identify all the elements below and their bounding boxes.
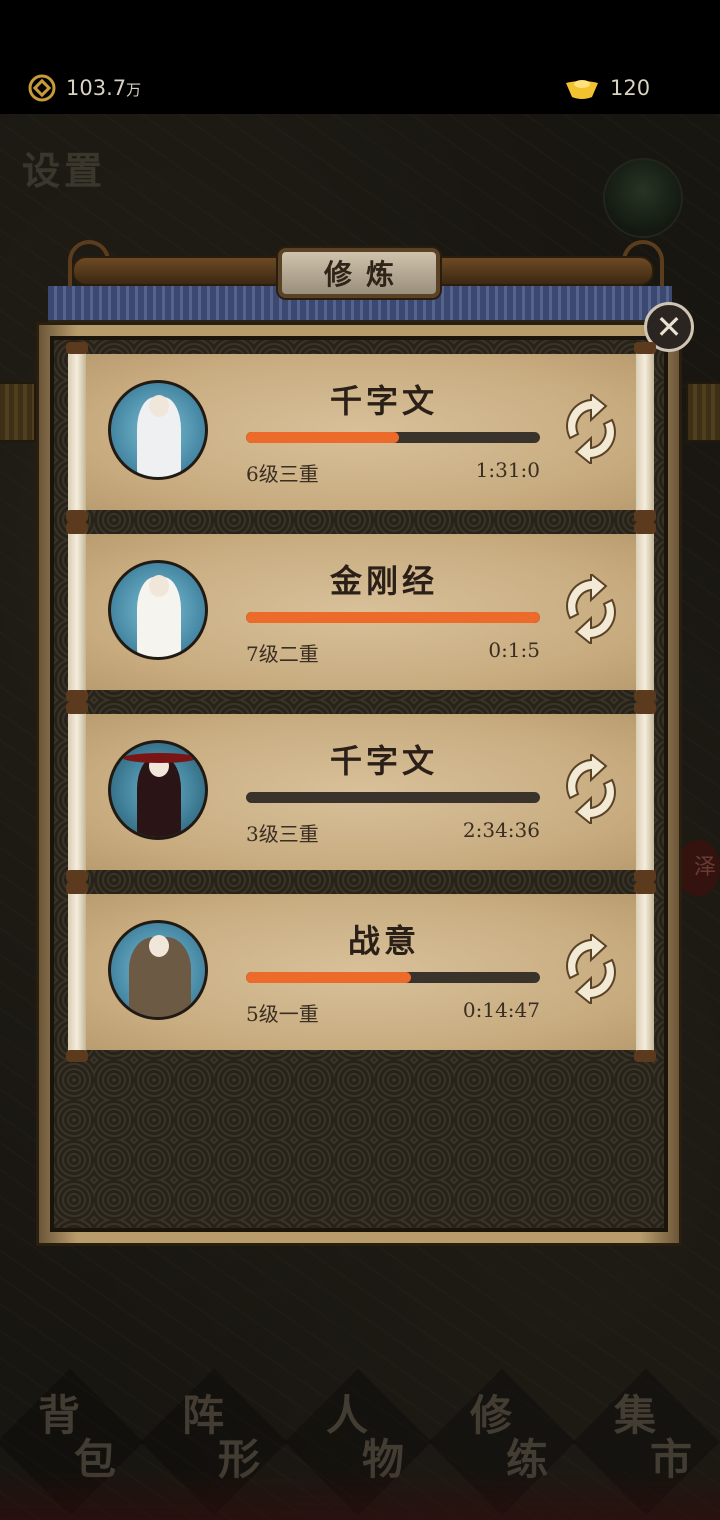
training-progress-bar	[246, 432, 540, 443]
switch-skill-icon[interactable]	[564, 574, 618, 644]
skill-name: 千字文	[329, 382, 438, 420]
copper-coin-icon	[28, 74, 56, 102]
character-portrait[interactable]	[108, 380, 208, 480]
character-portrait[interactable]	[108, 560, 208, 660]
skill-name: 战意	[347, 922, 420, 960]
scroll-rod	[634, 522, 656, 702]
skill-name: 金刚经	[329, 562, 438, 600]
training-progress-bar	[246, 972, 540, 983]
character-portrait[interactable]	[108, 920, 208, 1020]
switch-skill-icon[interactable]	[564, 754, 618, 824]
training-timer: 0:1:5	[488, 638, 540, 662]
training-timer: 1:31:0	[475, 458, 540, 482]
training-card: 战意 5级一重 0:14:47	[66, 882, 656, 1062]
gold-ingot-icon	[566, 80, 598, 99]
ingot-balance: 120	[564, 70, 650, 106]
progress-fill	[246, 972, 411, 983]
training-card: 千字文 3级三重 2:34:36	[66, 702, 656, 882]
currency-bar: 103.7万 120	[0, 0, 720, 114]
progress-fill	[246, 432, 399, 443]
ingot-value: 120	[610, 76, 651, 100]
training-progress-bar	[246, 612, 540, 623]
skill-level: 6级三重	[246, 462, 319, 486]
scroll-rod	[634, 882, 656, 1062]
scroll-rod	[634, 702, 656, 882]
skill-level: 3级三重	[246, 822, 319, 846]
skill-level: 7级二重	[246, 642, 319, 666]
coin-balance: 103.7万	[28, 70, 141, 106]
switch-skill-icon[interactable]	[564, 934, 618, 1004]
training-timer: 2:34:36	[462, 818, 540, 842]
scroll-rod	[66, 342, 88, 522]
close-icon: ✕	[655, 308, 683, 346]
scroll-rod	[66, 522, 88, 702]
scroll-rod	[66, 702, 88, 882]
modal-title: 修炼	[278, 248, 440, 298]
training-card: 金刚经 7级二重 0:1:5	[66, 522, 656, 702]
skill-level: 5级一重	[246, 1002, 319, 1026]
scroll-rod	[66, 882, 88, 1062]
skill-name: 千字文	[329, 742, 438, 780]
character-portrait[interactable]	[108, 740, 208, 840]
switch-skill-icon[interactable]	[564, 394, 618, 464]
progress-fill	[246, 612, 540, 623]
training-card: 千字文 6级三重 1:31:0	[66, 342, 656, 522]
training-progress-bar	[246, 792, 540, 803]
scroll-rod	[634, 342, 656, 522]
training-timer: 0:14:47	[462, 998, 540, 1022]
coin-value: 103.7万	[66, 76, 142, 100]
